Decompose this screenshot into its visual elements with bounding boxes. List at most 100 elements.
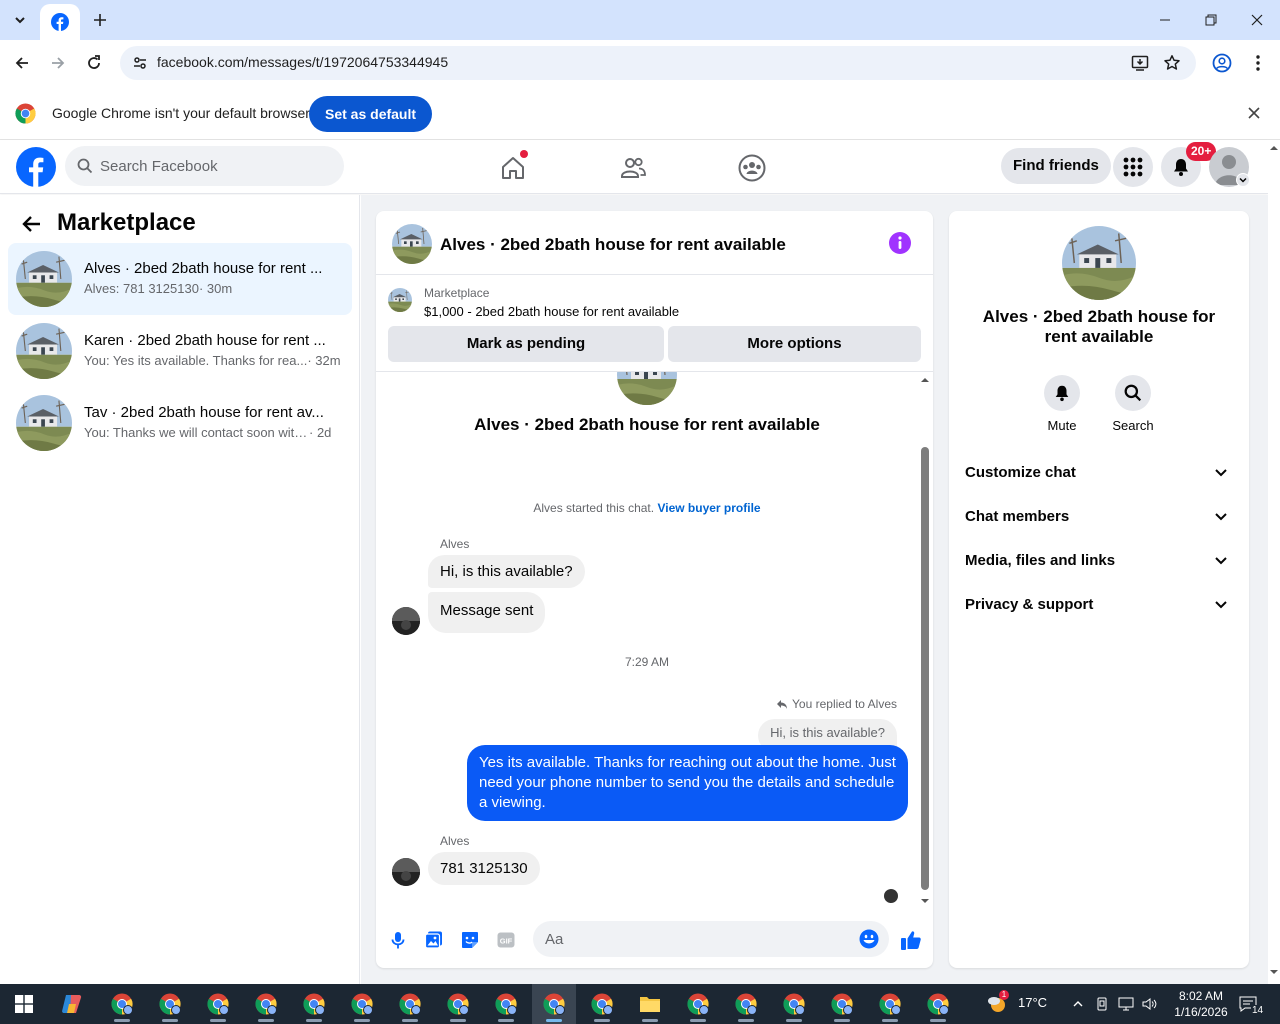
address-bar[interactable]: facebook.com/messages/t/1972064753344945 [120, 46, 1196, 80]
chat-scrollbar[interactable] [918, 372, 932, 912]
page-scrollbar[interactable] [1268, 140, 1280, 984]
start-windows-icon[interactable] [2, 984, 46, 1024]
taskbar-running-indicator [546, 1019, 562, 1022]
close-window-icon[interactable] [1234, 0, 1280, 40]
search-in-chat-button[interactable]: Search [1097, 375, 1169, 433]
chrome-taskbar-icon[interactable] [148, 984, 192, 1024]
search-input[interactable] [100, 146, 330, 186]
outgoing-message[interactable]: Yes its available. Thanks for reaching o… [467, 745, 908, 821]
nav-friends-icon[interactable] [577, 144, 689, 192]
incoming-message[interactable]: Hi, is this available? [428, 555, 585, 588]
chrome-taskbar-icon[interactable] [868, 984, 912, 1024]
details-row-label: Privacy & support [965, 596, 1094, 613]
details-row-media-files-and-links[interactable]: Media, files and links [957, 539, 1241, 583]
details-row-privacy-support[interactable]: Privacy & support [957, 583, 1241, 627]
reload-icon[interactable] [79, 48, 109, 78]
microphone-icon[interactable] [386, 928, 410, 952]
network-icon[interactable] [1117, 995, 1135, 1013]
info-icon[interactable] [888, 231, 912, 255]
restore-icon[interactable] [1188, 0, 1234, 40]
facebook-logo-icon[interactable] [16, 147, 56, 187]
conversation-thumbnail [16, 251, 72, 307]
forward-arrow-icon[interactable] [43, 48, 73, 78]
listing-thumbnail[interactable] [392, 224, 432, 264]
message-composer: GIF [376, 912, 933, 968]
menu-grid-icon[interactable] [1113, 147, 1153, 187]
emoji-icon[interactable] [859, 929, 879, 949]
listing-title[interactable]: $1,000 - 2bed 2bath house for rent avail… [424, 304, 679, 319]
set-as-default-button[interactable]: Set as default [309, 96, 433, 132]
incoming-message[interactable]: 781 3125130 [428, 852, 540, 885]
details-row-customize-chat[interactable]: Customize chat [957, 451, 1241, 495]
chrome-taskbar-icon[interactable] [580, 984, 624, 1024]
new-tab-plus-icon[interactable] [86, 6, 114, 34]
chrome-taskbar-icon[interactable] [820, 984, 864, 1024]
details-row-chat-members[interactable]: Chat members [957, 495, 1241, 539]
chrome-taskbar-icon[interactable] [244, 984, 288, 1024]
chrome-taskbar-icon[interactable] [916, 984, 960, 1024]
tab-search-chevron-icon[interactable] [6, 6, 34, 34]
find-friends-button[interactable]: Find friends [1001, 148, 1111, 184]
conversation-item[interactable]: Tav · 2bed 2bath house for rent av... You… [8, 387, 352, 459]
chrome-menu-icon[interactable] [1243, 48, 1273, 78]
chrome-taskbar-icon[interactable] [340, 984, 384, 1024]
conversation-item[interactable]: Alves · 2bed 2bath house for rent ... Alv… [8, 243, 352, 315]
more-options-button[interactable]: More options [668, 326, 921, 362]
panel-title: Marketplace [57, 209, 196, 236]
conversation-snippet: You: Yes its available. Thanks for rea..… [84, 353, 342, 368]
mark-as-pending-button[interactable]: Mark as pending [388, 326, 664, 362]
close-infobar-icon[interactable] [1243, 102, 1265, 124]
bookmark-star-icon[interactable] [1160, 51, 1184, 75]
gif-icon[interactable]: GIF [494, 928, 518, 952]
chrome-taskbar-icon[interactable] [532, 984, 576, 1024]
chrome-taskbar-icon[interactable] [196, 984, 240, 1024]
chrome-taskbar-icon[interactable] [292, 984, 336, 1024]
message-input[interactable] [545, 921, 845, 957]
message-input-box[interactable] [533, 921, 889, 957]
profile-icon[interactable] [1207, 48, 1237, 78]
chat-title[interactable]: Alves · 2bed 2bath house for rent availa… [440, 235, 786, 255]
photo-gallery-icon[interactable] [422, 928, 446, 952]
sender-avatar[interactable] [392, 607, 420, 635]
taskbar-running-indicator [258, 1019, 274, 1022]
minimize-icon[interactable] [1142, 0, 1188, 40]
sender-avatar[interactable] [392, 858, 420, 886]
chrome-taskbar-icon[interactable] [772, 984, 816, 1024]
file-explorer-icon[interactable] [628, 984, 672, 1024]
mute-button[interactable]: Mute [1026, 375, 1098, 433]
taskbar-running-indicator [450, 1019, 466, 1022]
view-buyer-profile-link[interactable]: View buyer profile [657, 501, 760, 515]
volume-icon[interactable] [1141, 995, 1159, 1013]
nav-home-icon[interactable] [457, 144, 569, 192]
details-title: Alves · 2bed 2bath house for rent availa… [982, 307, 1216, 346]
browser-tab-facebook[interactable] [40, 4, 80, 40]
back-arrow-icon[interactable] [7, 48, 37, 78]
chat-scrollbar-thumb[interactable] [921, 447, 929, 890]
chrome-taskbar-icon[interactable] [484, 984, 528, 1024]
tray-chevron-up-icon[interactable] [1069, 995, 1087, 1013]
system-clock[interactable]: 8:02 AM 1/16/2026 [1170, 988, 1232, 1020]
url-text: facebook.com/messages/t/1972064753344945 [157, 54, 449, 70]
chrome-taskbar-icon[interactable] [436, 984, 480, 1024]
back-arrow-icon[interactable] [18, 210, 46, 238]
site-info-icon[interactable] [128, 51, 152, 75]
conversation-snippet: Alves: 781 3125130 · 30m [84, 281, 342, 296]
conversation-item[interactable]: Karen · 2bed 2bath house for rent ... You… [8, 315, 352, 387]
facebook-search-bar[interactable] [65, 146, 344, 186]
conversation-snippet: You: Thanks we will contact soon with...… [84, 425, 342, 440]
chrome-taskbar-icon[interactable] [676, 984, 720, 1024]
like-thumbs-up-icon[interactable] [899, 928, 923, 952]
tray-device-icon[interactable] [1093, 995, 1111, 1013]
listing-small-thumbnail[interactable] [388, 288, 412, 312]
chrome-taskbar-icon[interactable] [100, 984, 144, 1024]
copilot-icon[interactable] [50, 984, 94, 1024]
conversation-details-panel: Alves · 2bed 2bath house for rent availa… [949, 211, 1249, 968]
chrome-taskbar-icon[interactable] [388, 984, 432, 1024]
temperature[interactable]: 17°C [1018, 995, 1047, 1010]
install-app-icon[interactable] [1128, 51, 1152, 75]
sticker-icon[interactable] [458, 928, 482, 952]
chrome-taskbar-icon[interactable] [724, 984, 768, 1024]
nav-groups-icon[interactable] [696, 144, 808, 192]
account-chevron-down-icon[interactable] [1236, 173, 1250, 187]
incoming-message[interactable]: Message sent [428, 592, 546, 633]
